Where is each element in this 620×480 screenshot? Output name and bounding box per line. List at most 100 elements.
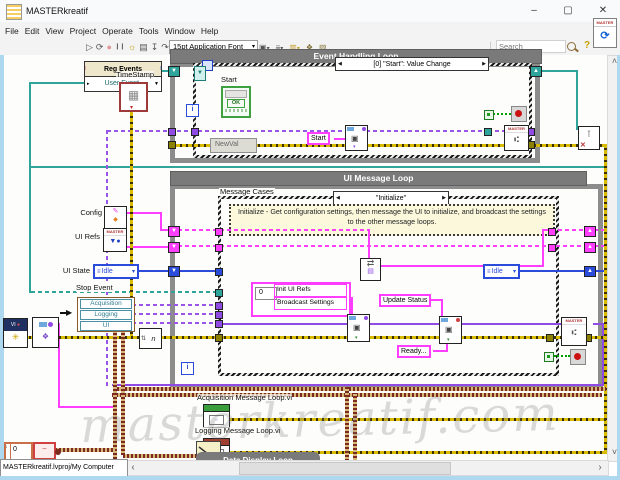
ui-refs-node[interactable]: MASTER ▼● [103, 228, 127, 252]
wire [542, 229, 544, 267]
wire [178, 229, 370, 231]
event-selector[interactable]: ◀ [0] "Start": Value Change ▶ [335, 57, 489, 71]
tunnel [168, 141, 176, 149]
event-selector-next-icon[interactable]: ▶ [482, 59, 486, 70]
scrollbar-thumb[interactable] [239, 462, 451, 475]
message-strings-array[interactable]: 0 Init UI Refs Broadcast Settings [251, 282, 351, 317]
wire [221, 323, 563, 325]
scroll-right-icon[interactable]: › [594, 461, 606, 474]
vi-icon-thumbnail[interactable]: MASTER ⟳ [593, 18, 617, 48]
menu-file[interactable]: File [2, 24, 22, 38]
menu-view[interactable]: View [42, 24, 66, 38]
retain-wire-values-icon[interactable]: ▤ [139, 40, 148, 54]
case-selector-prev-icon[interactable]: ◀ [336, 193, 340, 204]
wire-stop-condition [554, 355, 570, 357]
wire [60, 312, 67, 314]
wire-cluster [353, 393, 357, 466]
step-over-icon[interactable]: ↷ [161, 40, 169, 54]
cluster-item: Logging [80, 310, 132, 320]
stop-sign-icon [511, 106, 527, 122]
update-status-constant[interactable]: Update Status [379, 294, 432, 307]
wire [132, 304, 218, 306]
idle-enum-constant[interactable]: Idle [483, 264, 520, 279]
tunnel [484, 128, 492, 136]
master-vi-node[interactable]: MASTER ⑆ [561, 317, 587, 346]
tunnel [215, 228, 223, 236]
wire [576, 70, 578, 130]
create-user-event-node[interactable]: VI ● ✳ [3, 318, 28, 348]
help-icon[interactable]: ? [584, 40, 590, 51]
enqueue-message-node[interactable]: ▣ ▾ [345, 125, 368, 151]
wire-cluster [123, 454, 196, 458]
project-path-text: MASTERkreatif.lvproj/My Computer [3, 464, 114, 471]
case-selector-next-icon[interactable]: ▶ [442, 193, 446, 204]
string-constant[interactable]: Broadcast Settings [274, 297, 347, 310]
obtain-queue-node[interactable]: ❖ [32, 317, 59, 348]
ui-refs-label: UI Refs [74, 232, 100, 241]
start-ok-button-node[interactable]: OK [221, 86, 251, 118]
config-node[interactable]: ✎ ◆ [104, 206, 127, 230]
menu-project[interactable]: Project [67, 24, 99, 38]
ready-constant[interactable]: Ready... [397, 345, 431, 358]
abort-icon[interactable]: ● [106, 40, 111, 54]
send-message-node[interactable]: ▣ ▾ [439, 316, 462, 344]
string-constant[interactable]: Init UI Refs [274, 284, 347, 297]
highlight-execution-icon[interactable]: ☼ [128, 40, 136, 54]
menu-window[interactable]: Window [162, 24, 198, 38]
horizontal-scrollbar[interactable]: ‹ › [125, 460, 609, 476]
shift-register-up-icon: ▲ [584, 266, 596, 277]
pause-icon[interactable]: ❙❙ [115, 40, 125, 54]
maximize-button[interactable]: ▢ [553, 0, 583, 22]
index-array-node[interactable]: ⇅ n [139, 328, 162, 349]
message-icon-node[interactable]: ⇄ ▤ [360, 258, 381, 281]
timestamp-node[interactable]: ▦ ▾ [119, 82, 148, 112]
menu-edit[interactable]: Edit [22, 24, 43, 38]
title-bar: MASTERkreatif – ▢ ✕ [0, 0, 620, 23]
ui-state-enum[interactable]: Idle [93, 264, 139, 279]
labview-window: MASTERkreatif – ▢ ✕ File Edit View Proje… [0, 0, 620, 480]
wire [540, 70, 578, 72]
newval-terminal: NewVal [210, 138, 257, 153]
stop-sign-icon [570, 349, 586, 365]
shift-register-up-icon: ▲ [584, 242, 596, 253]
wire [160, 212, 162, 230]
step-into-icon[interactable]: ↧ [151, 40, 159, 54]
error-ring-constant[interactable]: – [33, 442, 56, 460]
tunnel [548, 244, 556, 252]
wire-error [178, 336, 563, 339]
search-icon[interactable] [567, 42, 576, 51]
wire [132, 313, 218, 315]
queue-names-cluster[interactable]: Acquisition Logging UI [77, 297, 135, 332]
ui-loop-title[interactable]: UI Message Loop [170, 171, 587, 186]
shift-register-up-icon: ▲ [530, 66, 542, 77]
acquisition-subvi-node[interactable]: ▫▫ [203, 404, 230, 428]
wire-cluster [112, 393, 602, 397]
menu-bar: File Edit View Project Operate Tools Win… [0, 22, 620, 39]
dequeue-message-node[interactable]: ▣ ▾ [347, 314, 370, 342]
wire-stop-event [31, 291, 219, 293]
ok-glyph: OK [227, 99, 245, 108]
shift-register-down-icon: ▼ [168, 242, 180, 253]
master-vi-node[interactable]: MASTER ⑆ [504, 125, 529, 151]
wire [178, 245, 586, 247]
menu-tools[interactable]: Tools [136, 24, 162, 38]
run-continuous-icon[interactable]: ⟳ [96, 40, 104, 54]
menu-help[interactable]: Help [198, 24, 221, 38]
menu-operate[interactable]: Operate [99, 24, 136, 38]
window-border-left [0, 55, 4, 460]
tunnel [546, 334, 554, 342]
wire-cluster [117, 387, 606, 391]
stop-event-label: Stop Event [76, 283, 113, 292]
vi-icon-text: MASTER [594, 19, 616, 27]
unregister-events-node[interactable]: ⊺ ✕ [578, 126, 600, 150]
window-title: MASTERkreatif [26, 6, 89, 16]
start-string-constant[interactable]: Start [307, 132, 330, 145]
wire-cluster [113, 332, 117, 463]
tunnel [215, 334, 223, 342]
event-selector-prev-icon[interactable]: ◀ [338, 59, 342, 70]
scroll-left-icon[interactable]: ‹ [128, 461, 138, 474]
run-button-icon[interactable]: ▷ [86, 40, 93, 54]
case-selector[interactable]: ◀ "Initialize" ▶ [333, 191, 449, 205]
minimize-button[interactable]: – [519, 0, 549, 22]
tunnel [215, 289, 223, 297]
